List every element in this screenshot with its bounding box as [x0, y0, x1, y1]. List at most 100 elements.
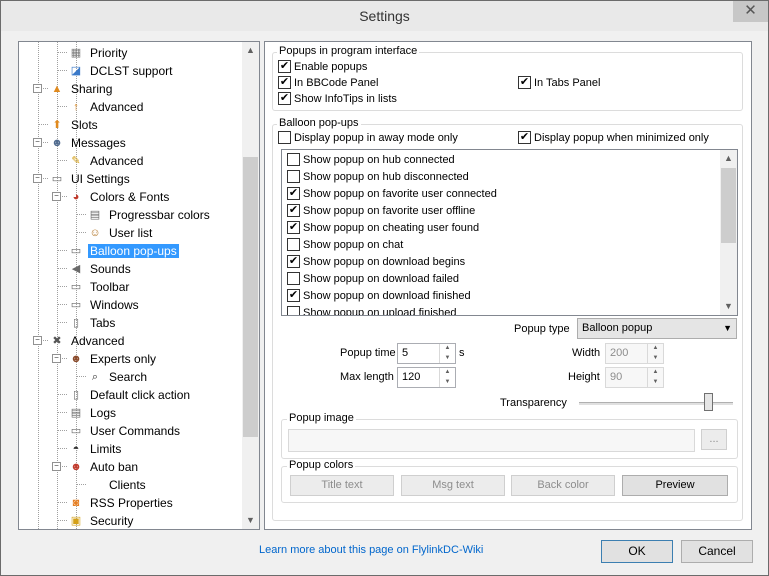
in-tabs-panel-checkbox[interactable]: ✔ In Tabs Panel	[518, 75, 600, 90]
balloon-events-list[interactable]: Show popup on upload finished ✔ Show popup…	[281, 149, 738, 316]
back-color-button[interactable]: Back color	[511, 475, 615, 496]
popup-type-select[interactable]: Balloon popup ▼	[577, 318, 737, 339]
browse-image-button[interactable]: ...	[701, 429, 727, 450]
collapse-icon[interactable]: −	[33, 84, 42, 93]
close-icon[interactable]: ✕	[733, 1, 768, 22]
tree-item[interactable]: ✖ Advanced	[49, 331, 126, 349]
balloon-event-label: Show popup on upload finished	[303, 307, 457, 316]
tree-item[interactable]: ▤ Progressbar colors	[87, 205, 212, 223]
tree-item[interactable]: ☻ Messages	[49, 133, 128, 151]
wiki-help-link[interactable]: Learn more about this page on FlylinkDC-…	[259, 544, 483, 556]
palette-icon: ◕	[72, 190, 80, 203]
checkbox-box: ✔	[518, 75, 531, 89]
balloon-event-checkbox[interactable]: ✔ Show popup on download begins	[287, 254, 466, 269]
spinner-arrows-icon[interactable]: ▲ ▼	[439, 344, 455, 363]
enable-popups-checkbox[interactable]: ✔ Enable popups	[278, 59, 367, 74]
collapse-icon[interactable]: −	[52, 462, 61, 471]
tree-item[interactable]: ⬆ Slots	[49, 115, 100, 133]
tree-connector	[57, 502, 67, 503]
tree-item-label: UI Settings	[71, 171, 130, 186]
advanced-messages-icon: ✎	[71, 154, 81, 167]
cancel-button[interactable]: Cancel	[681, 540, 753, 563]
events-list-scrollbar[interactable]: ▲ ▼	[720, 150, 737, 315]
tree-item[interactable]: ✎ Advanced	[68, 151, 145, 169]
tree-item[interactable]: ☻ Auto ban	[68, 457, 140, 475]
tree-scrollbar[interactable]: ▲ ▼	[242, 42, 259, 529]
balloon-event-checkbox[interactable]: Show popup on download failed	[287, 271, 459, 286]
width-spinner[interactable]: 200 ▲ ▼	[605, 343, 664, 364]
tree-item[interactable]: ▭ Balloon pop-ups	[68, 241, 179, 259]
tree-item[interactable]: ▭ Toolbar	[68, 277, 131, 295]
popup-time-spinner[interactable]: 5 ▲ ▼	[397, 343, 456, 364]
tree-item[interactable]: ▤ Logs	[68, 403, 118, 421]
msg-text-button[interactable]: Msg text	[401, 475, 505, 496]
title-text-button[interactable]: Title text	[290, 475, 394, 496]
balloon-settings-panel: Popups in program interface ✔ Enable popu…	[264, 41, 752, 530]
tree-item[interactable]: ▦ Priority	[68, 43, 129, 61]
balloon-event-checkbox[interactable]: Show popup on upload finished	[287, 305, 457, 316]
balloon-event-checkbox[interactable]: Show popup on hub disconnected	[287, 169, 469, 184]
balloon-event-checkbox[interactable]: ✔ Show popup on favorite user offline	[287, 203, 475, 218]
messages-icon: ☻	[51, 136, 63, 149]
collapse-icon[interactable]: −	[33, 336, 42, 345]
spinner-arrows-icon[interactable]: ▲ ▼	[647, 368, 663, 387]
tree-item[interactable]: ◙ RSS Properties	[68, 493, 175, 511]
balloon-event-label: Show popup on download begins	[303, 256, 466, 268]
collapse-icon[interactable]: −	[52, 354, 61, 363]
dclst-icon: ◪	[70, 64, 82, 77]
tree-item[interactable]: ↑ Advanced	[68, 97, 145, 115]
tree-scroll-thumb[interactable]	[243, 157, 258, 437]
balloon-event-checkbox[interactable]: Show popup on hub connected	[287, 152, 455, 167]
max-length-spinner[interactable]: 120 ▲ ▼	[397, 367, 456, 388]
tree-connector	[57, 394, 67, 395]
tree-item[interactable]: ▭ Windows	[68, 295, 141, 313]
tree-item[interactable]: ☻ Experts only	[68, 349, 158, 367]
balloon-event-checkbox[interactable]: ✔ Show popup on favorite user connected	[287, 186, 497, 201]
collapse-icon[interactable]: −	[33, 174, 42, 183]
scroll-up-icon[interactable]: ▲	[242, 42, 259, 59]
scroll-down-icon[interactable]: ▼	[242, 512, 259, 529]
away-mode-checkbox[interactable]: Display popup in away mode only	[278, 130, 458, 145]
balloon-event-checkbox[interactable]: ✔ Show popup on cheating user found	[287, 220, 479, 235]
in-bbcode-panel-checkbox[interactable]: ✔ In BBCode Panel	[278, 75, 378, 90]
tree-item[interactable]: ▣ Security	[68, 511, 135, 529]
popup-time-value: 5	[402, 347, 409, 359]
tree-item[interactable]: ▭ UI Settings	[49, 169, 132, 187]
tree-item[interactable]: ◓ Limits	[68, 439, 123, 457]
collapse-icon[interactable]: −	[52, 192, 61, 201]
tree-item-label: DCLST support	[90, 63, 173, 78]
ok-button[interactable]: OK	[601, 540, 673, 563]
tree-item[interactable]: ☺ User list	[87, 223, 154, 241]
settings-window: Settings ✕ ▦ Priority ◪ DCLST support ▲ Shari…	[0, 0, 769, 576]
tree-item[interactable]: Clients	[87, 475, 148, 493]
tree-item[interactable]: ▯ Tabs	[68, 313, 117, 331]
spinner-arrows-icon[interactable]: ▲ ▼	[439, 368, 455, 387]
tree-item[interactable]: ◀ Sounds	[68, 259, 133, 277]
height-spinner[interactable]: 90 ▲ ▼	[605, 367, 664, 388]
scroll-up-icon[interactable]: ▲	[720, 150, 737, 167]
when-minimized-checkbox[interactable]: ✔ Display popup when minimized only	[518, 130, 709, 145]
tree-item[interactable]: ▭ User Commands	[68, 421, 182, 439]
max-length-value: 120	[402, 371, 421, 383]
balloon-event-checkbox[interactable]: ✔ Show popup on download finished	[287, 288, 471, 303]
settings-tree[interactable]: ▦ Priority ◪ DCLST support ▲ Sharing − ↑ Advance…	[18, 41, 260, 530]
scroll-down-icon[interactable]: ▼	[720, 298, 737, 315]
tree-item[interactable]: ⌕ Search	[87, 367, 149, 385]
preview-button[interactable]: Preview	[622, 475, 728, 496]
transparency-slider-thumb[interactable]	[704, 393, 714, 411]
height-value: 90	[610, 371, 623, 383]
tree-item[interactable]: ▲ Sharing	[49, 79, 114, 97]
show-infotips-checkbox[interactable]: ✔ Show InfoTips in lists	[278, 91, 397, 106]
checkbox-box	[287, 271, 300, 285]
tree-item[interactable]: ◪ DCLST support	[68, 61, 174, 79]
tree-item-label: Sounds	[90, 261, 131, 276]
collapse-icon[interactable]: −	[33, 138, 42, 147]
tree-item[interactable]: ▯ Default click action	[68, 385, 192, 403]
spinner-arrows-icon[interactable]: ▲ ▼	[647, 344, 663, 363]
events-scroll-thumb[interactable]	[721, 168, 736, 243]
popup-image-path-input[interactable]	[288, 429, 695, 452]
tree-item-label: Clients	[109, 477, 146, 492]
tree-item[interactable]: ◕ Colors & Fonts	[68, 187, 171, 205]
transparency-label: Transparency	[500, 397, 567, 409]
balloon-event-checkbox[interactable]: Show popup on chat	[287, 237, 403, 252]
